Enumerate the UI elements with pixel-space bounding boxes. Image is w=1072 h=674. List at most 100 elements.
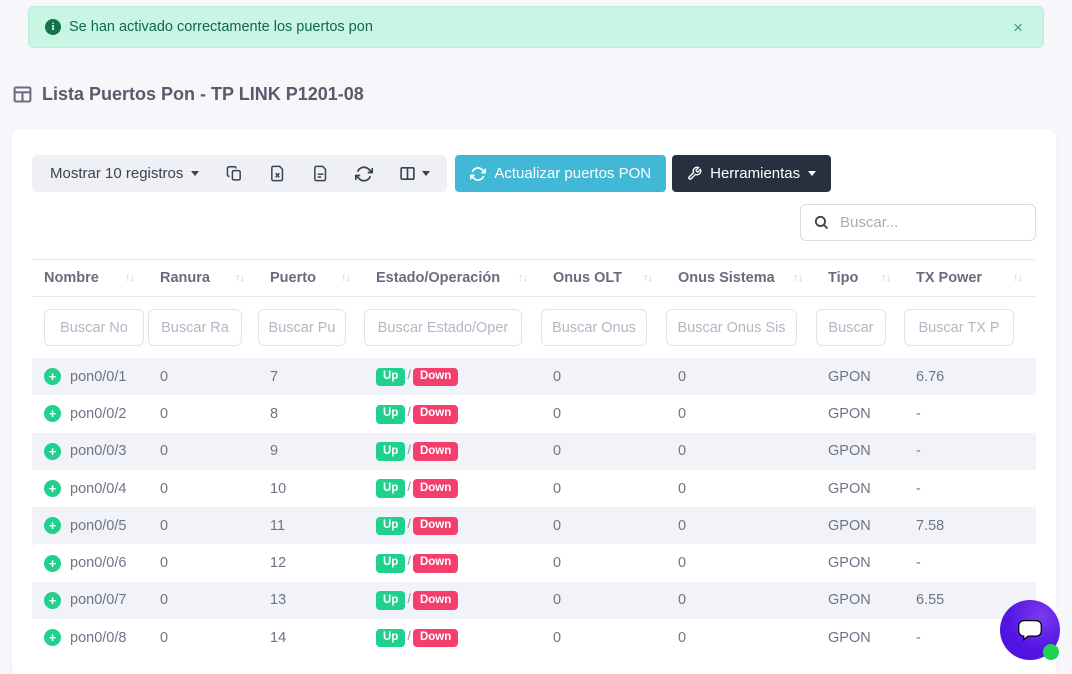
ranura-cell: 0	[148, 544, 258, 581]
tx-power-cell: -	[904, 470, 1036, 507]
tipo-cell: GPON	[816, 470, 904, 507]
column-header-puerto[interactable]: Puerto↑↓	[258, 260, 364, 297]
file-icon	[312, 165, 329, 182]
expand-row-button[interactable]: +	[44, 405, 61, 422]
table-row: +pon0/0/5011Up/Down00GPON7.58	[32, 507, 1036, 544]
table-row: +pon0/0/309Up/Down00GPON-	[32, 433, 1036, 470]
expand-row-button[interactable]: +	[44, 555, 61, 572]
column-label: Estado/Operación	[376, 270, 500, 286]
column-label: Puerto	[270, 270, 316, 286]
estado-separator: /	[407, 367, 411, 382]
filter-input-puerto[interactable]	[258, 309, 346, 346]
estado-cell: Up/Down	[364, 358, 541, 395]
filter-input-name[interactable]	[44, 309, 144, 346]
table-filter-row	[32, 297, 1036, 359]
column-label: Nombre	[44, 270, 99, 286]
export-excel-button[interactable]	[256, 155, 299, 192]
tx-power-cell: 7.58	[904, 507, 1036, 544]
export-file-button[interactable]	[299, 155, 342, 192]
chevron-down-icon	[808, 171, 816, 176]
filter-input-tipo[interactable]	[816, 309, 886, 346]
copy-button[interactable]	[213, 155, 256, 192]
puerto-cell: 11	[258, 507, 364, 544]
table-row: +pon0/0/4010Up/Down00GPON-	[32, 470, 1036, 507]
column-header-name[interactable]: Nombre↑↓	[32, 260, 148, 297]
estado-separator: /	[407, 442, 411, 457]
herramientas-dropdown-button[interactable]: Herramientas	[672, 155, 831, 192]
column-header-onus_olt[interactable]: Onus OLT↑↓	[541, 260, 666, 297]
estado-separator: /	[407, 628, 411, 643]
port-name: pon0/0/8	[70, 630, 126, 646]
expand-row-button[interactable]: +	[44, 480, 61, 497]
nombre-cell: +pon0/0/6	[32, 544, 148, 581]
estado-cell: Up/Down	[364, 395, 541, 432]
nombre-cell: +pon0/0/7	[32, 582, 148, 619]
chat-launcher-button[interactable]	[1000, 600, 1060, 660]
actualizar-puertos-button[interactable]: Actualizar puertos PON	[455, 155, 666, 192]
status-up-badge: Up	[376, 405, 405, 424]
sort-icon: ↑↓	[881, 272, 894, 284]
onus-sistema-cell: 0	[666, 544, 816, 581]
search-input[interactable]	[840, 214, 1023, 231]
tipo-cell: GPON	[816, 507, 904, 544]
estado-separator: /	[407, 516, 411, 531]
ranura-cell: 0	[148, 619, 258, 656]
expand-row-button[interactable]: +	[44, 443, 61, 460]
column-label: Tipo	[828, 270, 858, 286]
expand-row-button[interactable]: +	[44, 592, 61, 609]
search-box	[800, 204, 1036, 241]
column-header-ranura[interactable]: Ranura↑↓	[148, 260, 258, 297]
alert-close-button[interactable]: ×	[1009, 17, 1027, 38]
onus-olt-cell: 0	[541, 395, 666, 432]
estado-cell: Up/Down	[364, 470, 541, 507]
sort-icon: ↑↓	[518, 272, 531, 284]
status-up-badge: Up	[376, 479, 405, 498]
reload-table-button[interactable]	[342, 155, 386, 192]
tx-power-cell: -	[904, 395, 1036, 432]
onus-sistema-cell: 0	[666, 433, 816, 470]
onus-olt-cell: 0	[541, 507, 666, 544]
status-up-badge: Up	[376, 554, 405, 573]
onus-olt-cell: 0	[541, 619, 666, 656]
puerto-cell: 9	[258, 433, 364, 470]
tx-power-cell: 6.76	[904, 358, 1036, 395]
chevron-down-icon	[191, 171, 199, 176]
status-down-badge: Down	[413, 442, 458, 461]
onus-olt-cell: 0	[541, 582, 666, 619]
show-entries-dropdown[interactable]: Mostrar 10 registros	[36, 155, 213, 192]
estado-cell: Up/Down	[364, 582, 541, 619]
status-down-badge: Down	[413, 591, 458, 610]
table-toolbar: Mostrar 10 registros	[32, 155, 1036, 192]
column-visibility-button[interactable]	[386, 155, 443, 192]
status-down-badge: Down	[413, 554, 458, 573]
onus-sistema-cell: 0	[666, 582, 816, 619]
puerto-cell: 13	[258, 582, 364, 619]
filter-input-onus_sistema[interactable]	[666, 309, 797, 346]
expand-row-button[interactable]: +	[44, 629, 61, 646]
expand-row-button[interactable]: +	[44, 368, 61, 385]
nombre-cell: +pon0/0/5	[32, 507, 148, 544]
status-up-badge: Up	[376, 368, 405, 387]
filter-input-onus_olt[interactable]	[541, 309, 647, 346]
column-header-tx_power[interactable]: TX Power↑↓	[904, 260, 1036, 297]
filter-input-estado[interactable]	[364, 309, 522, 346]
column-header-onus_sistema[interactable]: Onus Sistema↑↓	[666, 260, 816, 297]
column-header-tipo[interactable]: Tipo ↑↓	[816, 260, 904, 297]
nombre-cell: + pon0/0/8	[32, 619, 148, 656]
port-name: pon0/0/4	[70, 481, 126, 497]
estado-separator: /	[407, 404, 411, 419]
expand-row-button[interactable]: +	[44, 517, 61, 534]
puerto-cell: 7	[258, 358, 364, 395]
success-alert: i Se han activado correctamente los puer…	[28, 6, 1044, 48]
onus-sistema-cell: 0	[666, 358, 816, 395]
nombre-cell: +pon0/0/1	[32, 358, 148, 395]
alert-message: Se han activado correctamente los puerto…	[69, 19, 373, 35]
puerto-cell: 12	[258, 544, 364, 581]
filter-input-tx_power[interactable]	[904, 309, 1014, 346]
ranura-cell: 0	[148, 470, 258, 507]
filter-input-ranura[interactable]	[148, 309, 242, 346]
column-header-estado[interactable]: Estado/Operación ↑↓	[364, 260, 541, 297]
ranura-cell: 0	[148, 507, 258, 544]
onus-olt-cell: 0	[541, 358, 666, 395]
onus-olt-cell: 0	[541, 470, 666, 507]
